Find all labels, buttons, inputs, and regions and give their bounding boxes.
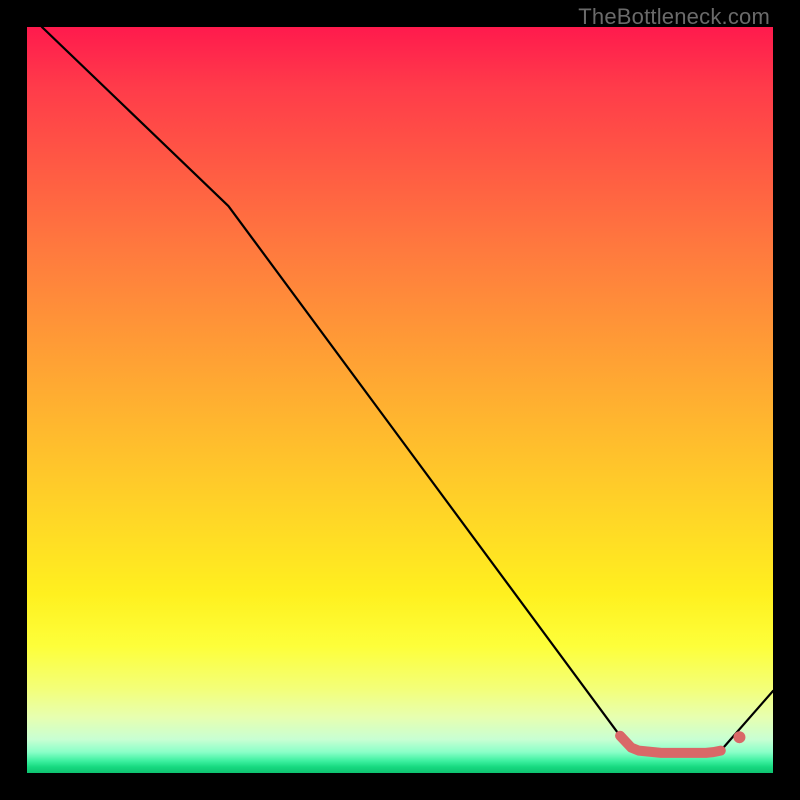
watermark-text: TheBottleneck.com <box>578 4 770 30</box>
bottleneck-curve-path <box>42 27 773 753</box>
highlight-point-dot <box>733 731 745 743</box>
chart-overlay <box>27 27 773 773</box>
chart-frame: TheBottleneck.com <box>0 0 800 800</box>
highlight-segment-path <box>620 736 721 753</box>
